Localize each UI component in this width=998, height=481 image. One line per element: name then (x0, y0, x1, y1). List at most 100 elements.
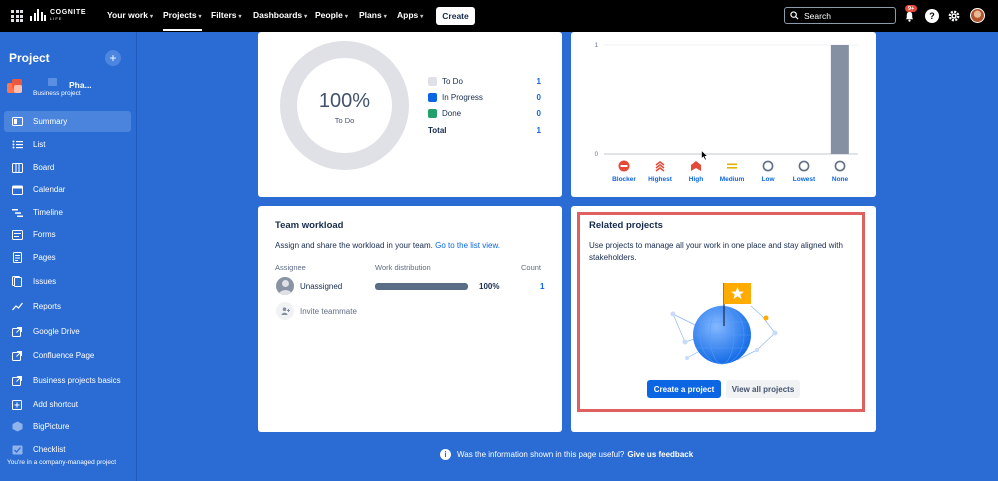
x-tick-label: Blocker (612, 176, 636, 183)
x-tick-label: Medium (719, 176, 745, 183)
chevron-down-icon: ▾ (383, 14, 387, 20)
sidebar-item-forms[interactable]: Forms (4, 224, 131, 245)
external-link-icon (11, 375, 23, 387)
invite-teammate-icon[interactable] (276, 302, 294, 320)
sidebar-item-pages[interactable]: Pages (4, 247, 131, 268)
sidebar-item-issues[interactable]: Issues (4, 271, 131, 292)
app-switcher-icon[interactable] (11, 10, 23, 22)
legend-row-in-progress[interactable]: In Progress 0 (428, 93, 541, 102)
priority-high[interactable]: High (676, 160, 716, 183)
x-tick-label: High (688, 176, 704, 183)
highlight-annotation-frame (577, 212, 865, 412)
priority-none[interactable]: None (820, 160, 860, 183)
give-feedback-link[interactable]: Give us feedback (627, 450, 693, 459)
top-navigation: COGNITE LIFE Your work ▾ Projects ▾ Filter… (0, 0, 998, 32)
add-shortcut-icon (11, 399, 23, 411)
work-distribution-fill (375, 283, 468, 290)
info-icon: i (440, 449, 451, 460)
bar-none[interactable] (830, 45, 849, 154)
sidebar-footer: You're in a company-managed project (7, 459, 117, 466)
priority-highest[interactable]: Highest (640, 160, 680, 183)
priority-highest-icon (640, 160, 680, 172)
user-avatar[interactable] (970, 8, 985, 23)
legend-total-count[interactable]: 1 (537, 126, 541, 135)
create-project-button[interactable]: Create a project (647, 380, 721, 398)
view-all-projects-button[interactable]: View all projects (726, 380, 800, 398)
sidebar-item-board[interactable]: Board (4, 157, 131, 178)
legend-swatch (428, 93, 437, 102)
project-sidebar: Project + Pha... Business project Summar… (0, 32, 137, 481)
sidebar-item-confluence-page[interactable]: Confluence Page (4, 345, 131, 366)
forms-icon (11, 229, 23, 241)
sidebar-item-add-shortcut[interactable]: Add shortcut (4, 394, 131, 415)
chevron-down-icon: ▾ (149, 14, 153, 20)
legend-count[interactable]: 0 (537, 93, 541, 102)
nav-dashboards[interactable]: Dashboards ▾ (253, 10, 307, 20)
chevron-down-icon: ▾ (238, 14, 242, 20)
add-project-button[interactable]: + (105, 50, 121, 66)
board-icon (11, 162, 23, 174)
sidebar-item-reports[interactable]: Reports (4, 296, 131, 317)
mouse-cursor-icon (701, 150, 709, 161)
settings-gear-icon[interactable] (947, 9, 961, 23)
nav-plans[interactable]: Plans ▾ (359, 10, 387, 20)
priority-blocker-icon (604, 160, 644, 172)
calendar-icon (11, 184, 23, 196)
logo-mark-icon (30, 9, 46, 21)
nav-people[interactable]: People ▾ (315, 10, 348, 20)
status-overview-card: 100% To Do To Do 1 In Progress 0 Done 0 … (258, 32, 562, 197)
status-donut-chart: 100% To Do (280, 41, 409, 170)
priority-medium-icon (712, 160, 752, 172)
priority-lowest[interactable]: Lowest (784, 160, 824, 183)
project-avatar-icon (7, 79, 22, 93)
project-name[interactable]: Pha... (69, 80, 92, 90)
priority-breakdown-card: 0 1 Blocker Highest High Medium Low Lowest None (571, 32, 876, 197)
sidebar-item-calendar[interactable]: Calendar (4, 179, 131, 200)
chevron-down-icon: ▾ (344, 14, 348, 20)
cognite-logo[interactable]: COGNITE LIFE (30, 9, 86, 21)
donut-label: To Do (334, 116, 355, 125)
sidebar-item-checklist[interactable]: Checklist (4, 439, 131, 460)
unassigned-avatar-icon (276, 277, 294, 295)
y-tick-label: 0 (595, 152, 599, 158)
assignee-name: Unassigned (300, 282, 343, 291)
sidebar-item-bigpicture[interactable]: BigPicture (4, 416, 131, 437)
priority-low[interactable]: Low (748, 160, 788, 183)
priority-high-icon (676, 160, 716, 172)
sidebar-item-google-drive[interactable]: Google Drive (4, 321, 131, 342)
legend-row-done[interactable]: Done 0 (428, 109, 541, 118)
nav-projects[interactable]: Projects ▾ (163, 10, 202, 20)
legend-swatch (428, 77, 437, 86)
work-distribution-percent: 100% (479, 282, 500, 291)
nav-your-work[interactable]: Your work ▾ (107, 10, 153, 20)
legend-count[interactable]: 0 (537, 109, 541, 118)
checklist-icon (11, 444, 23, 456)
sidebar-item-business-projects-basics[interactable]: Business projects basics (4, 370, 131, 391)
legend-row-total: Total 1 (428, 126, 541, 135)
assignee-count-link[interactable]: 1 (540, 281, 544, 293)
feedback-question: Was the information shown in this page u… (457, 450, 625, 459)
legend-row-to-do[interactable]: To Do 1 (428, 77, 541, 86)
go-to-list-view-link[interactable]: Go to the list view. (435, 241, 500, 250)
search-icon (790, 11, 799, 20)
create-button[interactable]: Create (436, 7, 475, 25)
search-input[interactable]: Search (784, 7, 896, 24)
priority-medium[interactable]: Medium (712, 160, 752, 183)
pages-icon (11, 252, 23, 264)
sidebar-item-list[interactable]: List (4, 134, 131, 155)
priority-blocker[interactable]: Blocker (604, 160, 644, 183)
legend-count[interactable]: 1 (537, 77, 541, 86)
nav-apps[interactable]: Apps ▾ (397, 10, 423, 20)
sidebar-item-timeline[interactable]: Timeline (4, 202, 131, 223)
project-type: Business project (33, 90, 81, 97)
notification-badge: 9+ (905, 5, 918, 12)
invite-teammate-link[interactable]: Invite teammate (300, 306, 357, 318)
nav-filters[interactable]: Filters ▾ (211, 10, 242, 20)
help-icon[interactable]: ? (925, 9, 939, 23)
priority-none-icon (820, 160, 860, 172)
work-distribution-bar (375, 283, 468, 290)
sidebar-heading: Project (9, 51, 50, 65)
x-tick-label: None (831, 176, 849, 183)
sidebar-item-summary[interactable]: Summary (4, 111, 131, 132)
chevron-down-icon: ▾ (420, 14, 424, 20)
